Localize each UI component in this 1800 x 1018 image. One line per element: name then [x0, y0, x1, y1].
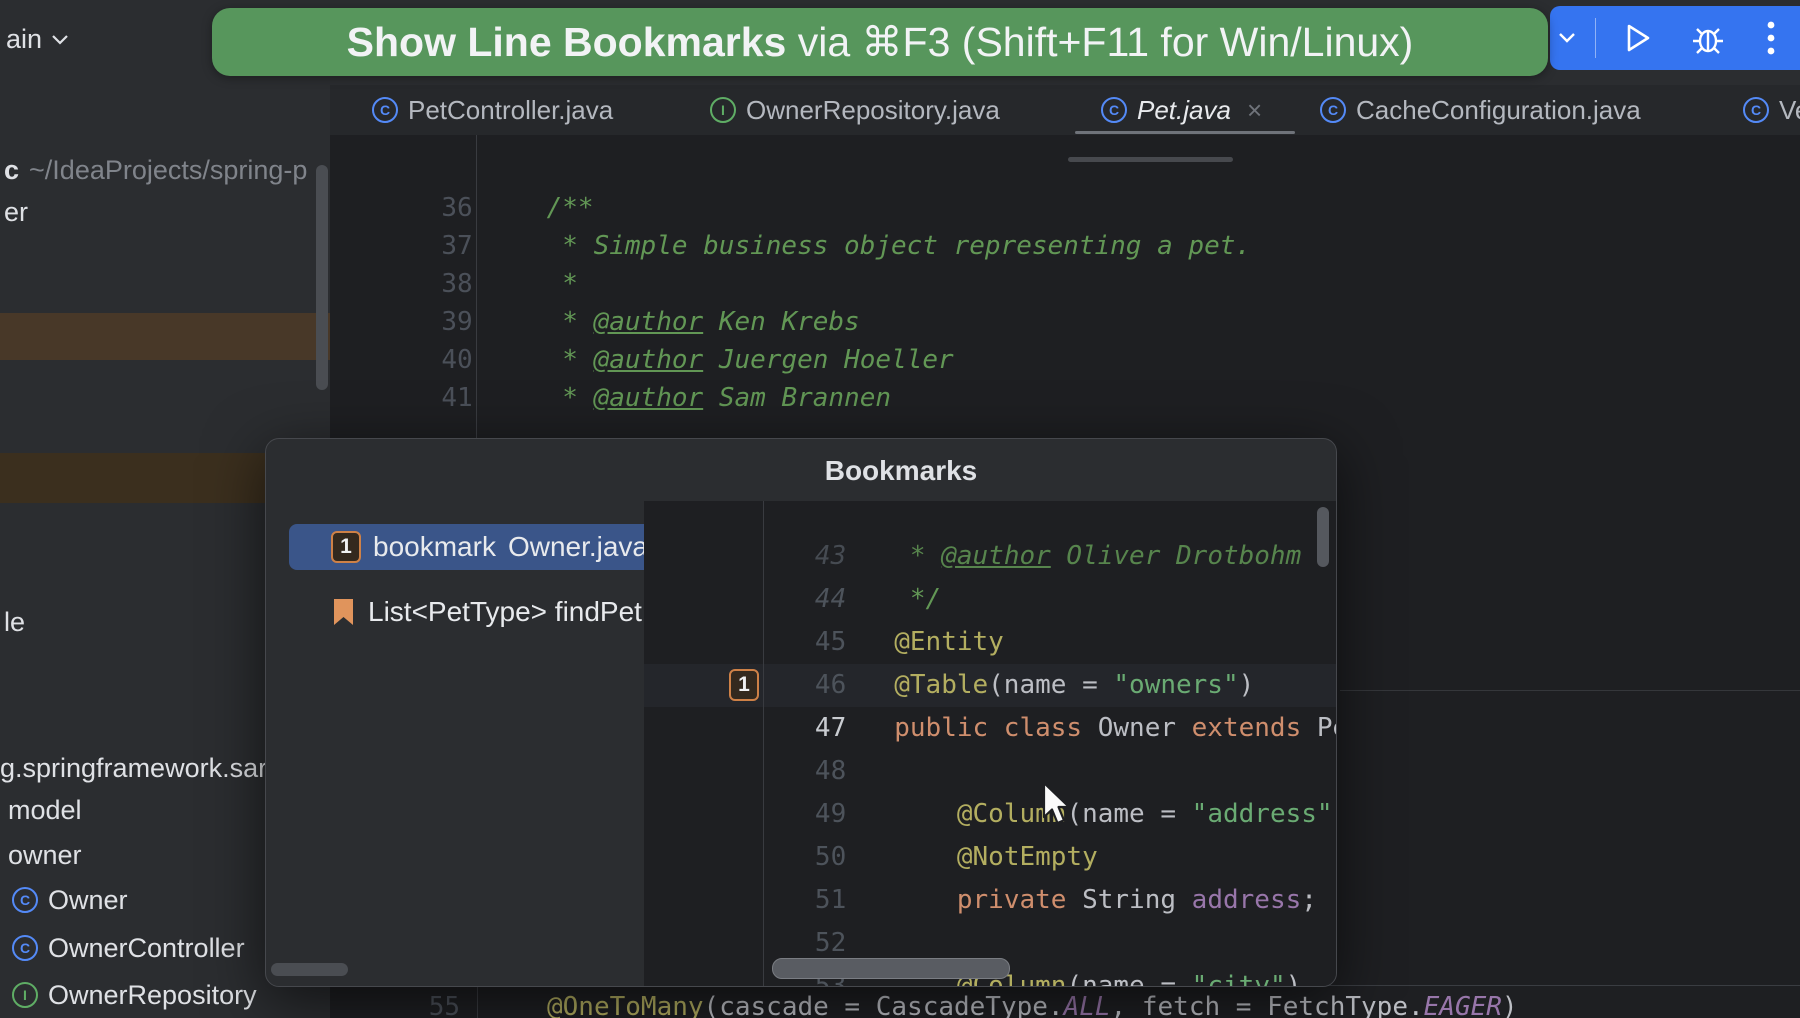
bookmark-list-item[interactable]: List<PetType> findPet: [289, 587, 688, 637]
tab-label: CacheConfiguration.java: [1356, 95, 1641, 126]
divider: [1595, 18, 1596, 58]
project-root-path: ~/IdeaProjects/spring-p: [29, 150, 307, 190]
class-icon: C: [12, 887, 38, 913]
mouse-cursor: [1041, 781, 1075, 827]
banner-text: via ⌘F3 (Shift+F11 for Win/Linux): [786, 8, 1413, 76]
tab-label: Ve: [1779, 95, 1800, 126]
run-widget: [1550, 6, 1800, 70]
interface-icon: I: [12, 982, 38, 1008]
class-icon: C: [1743, 97, 1769, 123]
tab-label: PetController.java: [408, 95, 613, 126]
preview-line: 44 */: [644, 535, 1336, 578]
close-icon[interactable]: ×: [1247, 95, 1262, 126]
project-row-partial[interactable]: er: [4, 192, 334, 232]
editor-gutter-separator: [477, 986, 478, 1018]
preview-line: 50 @NotEmpty: [644, 793, 1336, 836]
project-row-label: owner: [8, 835, 82, 875]
popup-title: Bookmarks: [266, 455, 1336, 487]
bookmark-label: bookmark: [373, 531, 496, 563]
got-it-tooltip-banner[interactable]: Show Line Bookmarks via ⌘F3 (Shift+F11 f…: [212, 8, 1548, 76]
list-horizontal-scrollbar[interactable]: [271, 963, 348, 976]
project-root-name: c: [4, 150, 19, 190]
project-row-label: er: [4, 192, 28, 232]
editor-divider-line: [1340, 690, 1800, 691]
interface-icon: I: [710, 97, 736, 123]
preview-line: 45@Entity: [644, 578, 1336, 621]
editor-line: 41 * @author Sam Brannen: [330, 341, 1800, 379]
class-icon: C: [1320, 97, 1346, 123]
tab-pet-active[interactable]: C Pet.java ×: [1101, 85, 1262, 135]
preview-horizontal-scrollbar[interactable]: [772, 958, 1010, 979]
mnemonic-badge: 1: [331, 531, 361, 563]
line-number: 41: [393, 379, 473, 417]
chevron-down-icon: [52, 35, 68, 45]
preview-line: 49 @Column(name = "address"): [644, 750, 1336, 793]
line-number: 55: [330, 988, 460, 1018]
project-row-label: model: [8, 790, 82, 830]
banner-bold-text: Show Line Bookmarks: [347, 8, 787, 76]
project-root-row[interactable]: c ~/IdeaProjects/spring-p: [4, 150, 334, 190]
code-line: @OneToMany(cascade = CascadeType.ALL, fe…: [547, 988, 1518, 1018]
class-icon: C: [12, 935, 38, 961]
bookmarks-popup: Bookmarks 1 bookmark Owner.java List<Pet…: [265, 438, 1337, 987]
editor-bottom-strip: 55 @OneToMany(cascade = CascadeType.ALL,…: [330, 985, 1800, 1018]
active-tab-underline: [1075, 131, 1295, 134]
editor-line: 38 *: [330, 227, 1800, 265]
tab-ownerrepository[interactable]: I OwnerRepository.java: [710, 85, 1000, 135]
bookmark-list-item-selected[interactable]: 1 bookmark Owner.java: [289, 524, 686, 570]
ide-window: c ~/IdeaProjects/spring-p er le g.spring…: [0, 0, 1800, 1018]
mnemonic-badge: 1: [729, 669, 759, 701]
preview-line: 51 private String address;: [644, 836, 1336, 879]
tab-label: OwnerRepository.java: [746, 95, 1000, 126]
editor-line: 40 * @author Juergen Hoeller: [330, 303, 1800, 341]
branch-selector[interactable]: ain: [6, 24, 68, 55]
bookmark-preview-pane[interactable]: 43 * @author Oliver Drotbohm 44 */ 45@En…: [644, 501, 1336, 986]
project-row-label: Owner: [48, 880, 128, 920]
bookmark-label: List<PetType> findPet: [368, 596, 642, 628]
editor-line: 36/**: [330, 151, 1800, 189]
run-icon[interactable]: [1620, 21, 1654, 55]
class-icon: C: [372, 97, 398, 123]
editor-line: 37 * Simple business object representing…: [330, 189, 1800, 227]
debug-icon[interactable]: [1690, 20, 1726, 56]
project-row-label: OwnerController: [48, 928, 245, 968]
project-row-label: le: [4, 602, 25, 642]
branch-name: ain: [6, 24, 42, 55]
preview-vertical-scrollbar[interactable]: [1317, 507, 1329, 567]
editor-top-scrollbar[interactable]: [1068, 157, 1233, 162]
project-row-label: g.springframework.sar: [0, 748, 267, 788]
chevron-down-icon[interactable]: [1558, 32, 1576, 44]
project-row-label: OwnerRepository: [48, 975, 257, 1015]
class-icon: C: [1101, 97, 1127, 123]
preview-line: 52: [644, 879, 1336, 922]
more-icon[interactable]: [1766, 20, 1776, 56]
bookmark-flag-icon: [333, 598, 354, 626]
editor-tab-bar: C PetController.java I OwnerRepository.j…: [330, 85, 1800, 135]
editor-line: 39 * @author Ken Krebs: [330, 265, 1800, 303]
project-highlight-band-1[interactable]: [0, 313, 330, 360]
project-scrollbar[interactable]: [316, 165, 328, 390]
preview-line: 46@Table(name = "owners"): [644, 621, 1336, 664]
tab-cacheconfiguration[interactable]: C CacheConfiguration.java: [1320, 85, 1641, 135]
preview-line: 48: [644, 707, 1336, 750]
tab-vet-partial[interactable]: C Ve: [1743, 85, 1800, 135]
tab-label: Pet.java: [1137, 95, 1231, 126]
tab-petcontroller[interactable]: C PetController.java: [372, 85, 613, 135]
preview-line: 43 * @author Oliver Drotbohm: [644, 501, 1336, 535]
bookmark-file: Owner.java: [508, 531, 648, 563]
